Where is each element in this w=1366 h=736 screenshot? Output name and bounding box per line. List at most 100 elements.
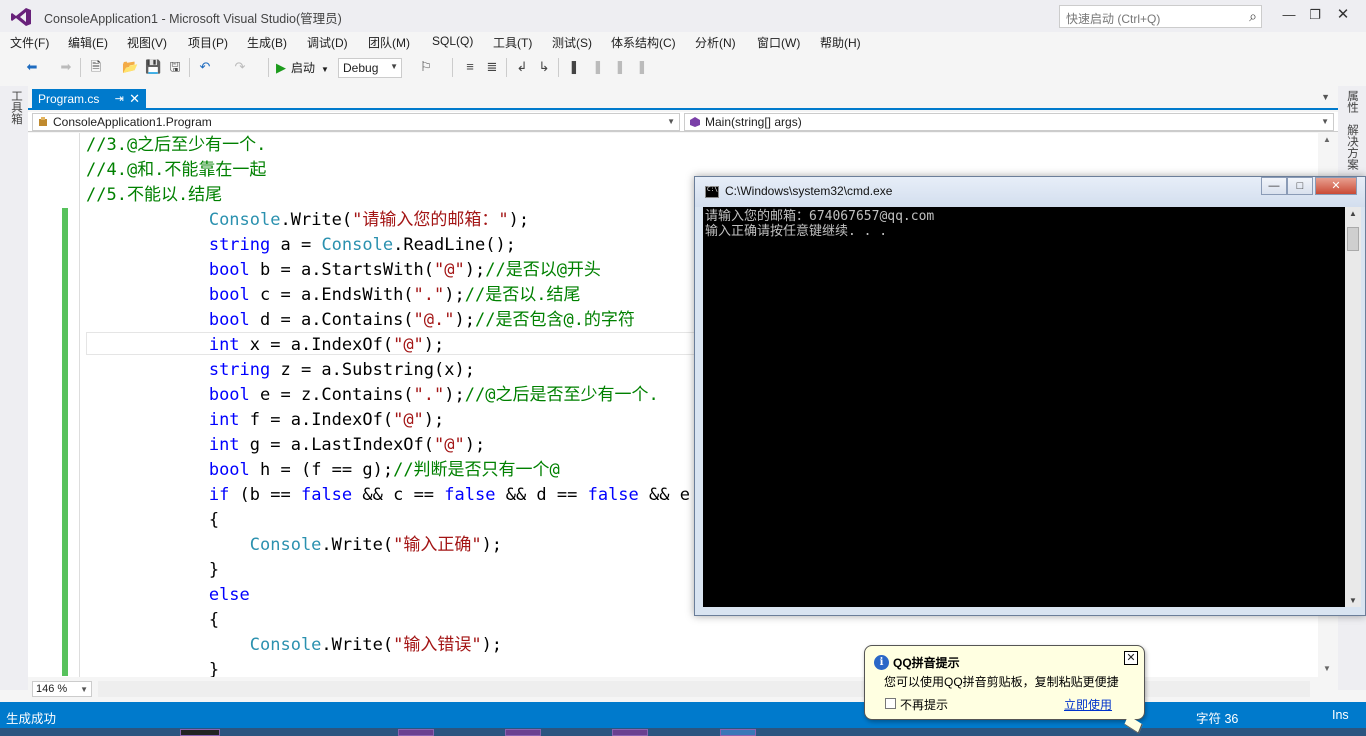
status-column: 字符 36 xyxy=(1196,712,1239,726)
use-now-link[interactable]: 立即使用 xyxy=(1064,696,1112,713)
cmd-maximize-button[interactable]: □ xyxy=(1287,177,1313,195)
restore-button[interactable]: ❐ xyxy=(1302,4,1328,26)
code-line[interactable]: //5.不能以.结尾 xyxy=(86,183,222,208)
properties-tab[interactable]: 属性 xyxy=(1344,90,1358,113)
code-line[interactable]: string z = a.Substring(x); xyxy=(86,358,475,383)
code-token: Console xyxy=(321,235,394,255)
find-in-files-icon[interactable]: ⚐ xyxy=(418,59,434,75)
cmd-title-bar[interactable]: C:\Windows\system32\cmd.exe — □ ✕ xyxy=(695,177,1365,207)
taskbar-item[interactable] xyxy=(612,729,648,736)
code-line[interactable]: if (b == false && c == false && d == fal… xyxy=(86,483,721,508)
menu-debug[interactable]: 调试(D) xyxy=(307,34,348,51)
menu-team[interactable]: 团队(M) xyxy=(368,34,410,51)
taskbar-item[interactable] xyxy=(398,729,434,736)
code-line[interactable]: int f = a.IndexOf("@"); xyxy=(86,408,444,433)
code-line[interactable]: bool d = a.Contains("@.");//是否包含@.的字符 xyxy=(86,308,635,333)
open-file-icon[interactable]: 📂 xyxy=(122,59,138,75)
code-token: //4.@和.不能靠在一起 xyxy=(86,160,267,180)
minimize-button[interactable]: — xyxy=(1276,4,1302,26)
cmd-window[interactable]: C:\Windows\system32\cmd.exe — □ ✕ 请输入您的邮… xyxy=(694,176,1366,616)
code-line[interactable]: //3.@之后至少有一个. xyxy=(86,133,266,158)
taskbar-item[interactable] xyxy=(720,729,756,736)
solution-explorer-tab[interactable]: 解决方案 xyxy=(1344,124,1358,170)
pin-icon[interactable]: ⇥ xyxy=(115,92,124,105)
toolbox-tab[interactable]: 工具箱 xyxy=(8,90,22,125)
code-token: "输入错误" xyxy=(393,635,482,655)
redo-icon[interactable]: ↷ xyxy=(232,59,248,75)
menu-sql[interactable]: SQL(Q) xyxy=(432,34,473,48)
menu-architecture[interactable]: 体系结构(C) xyxy=(611,34,676,51)
back-icon[interactable]: ⬅ xyxy=(24,59,40,75)
code-line[interactable]: //4.@和.不能靠在一起 xyxy=(86,158,266,183)
save-icon[interactable]: 💾 xyxy=(145,59,161,75)
visual-studio-window: ConsoleApplication1 - Microsoft Visual S… xyxy=(0,0,1366,736)
cmd-scrollbar[interactable]: ▲ ▼ xyxy=(1345,207,1361,607)
menu-view[interactable]: 视图(V) xyxy=(127,34,167,51)
forward-icon[interactable]: ➡ xyxy=(58,59,74,75)
align-indent-icon[interactable]: ≣ xyxy=(484,59,500,75)
method-icon xyxy=(690,117,700,127)
save-all-icon[interactable]: 🖫 xyxy=(167,59,183,75)
cmd-close-button[interactable]: ✕ xyxy=(1315,177,1357,195)
code-line[interactable]: bool e = z.Contains(".");//@之后是否至少有一个. xyxy=(86,383,659,408)
close-button[interactable]: ✕ xyxy=(1330,4,1356,26)
new-project-icon[interactable]: 🗎 xyxy=(88,59,104,75)
next-bookmark-icon[interactable]: ❚ xyxy=(612,59,628,75)
menu-help[interactable]: 帮助(H) xyxy=(820,34,861,51)
code-line[interactable]: bool c = a.EndsWith(".");//是否以.结尾 xyxy=(86,283,581,308)
scroll-down-icon[interactable]: ▼ xyxy=(1349,596,1357,605)
member-dropdown[interactable]: Main(string[] args) ▼ xyxy=(684,113,1334,131)
menu-analyze[interactable]: 分析(N) xyxy=(695,34,736,51)
scroll-down-icon[interactable]: ▼ xyxy=(1323,664,1331,673)
code-line[interactable]: { xyxy=(86,508,219,533)
dont-show-label[interactable]: 不再提示 xyxy=(900,696,948,713)
dont-show-checkbox[interactable] xyxy=(885,698,896,709)
code-line[interactable]: string a = Console.ReadLine(); xyxy=(86,233,516,258)
code-line[interactable]: int g = a.LastIndexOf("@"); xyxy=(86,433,485,458)
close-icon[interactable]: ✕ xyxy=(129,91,140,107)
scroll-thumb[interactable] xyxy=(1347,227,1359,251)
menu-tools[interactable]: 工具(T) xyxy=(493,34,532,51)
class-dropdown[interactable]: ConsoleApplication1.Program ▼ xyxy=(32,113,680,131)
code-line[interactable]: Console.Write("输入正确"); xyxy=(86,533,502,558)
code-line[interactable]: bool h = (f == g);//判断是否只有一个@ xyxy=(86,458,560,483)
menu-file[interactable]: 文件(F) xyxy=(10,34,49,51)
code-line[interactable]: } xyxy=(86,658,219,677)
bookmark-icon[interactable]: ❚ xyxy=(566,59,582,75)
code-line[interactable]: Console.Write("请输入您的邮箱："); xyxy=(86,208,529,233)
code-line[interactable]: { xyxy=(86,608,219,633)
tooltip-close-button[interactable]: ✕ xyxy=(1124,651,1138,665)
align-left-icon[interactable]: ≡ xyxy=(462,59,478,75)
tab-overflow-icon[interactable]: ▼ xyxy=(1321,92,1330,102)
menu-edit[interactable]: 编辑(E) xyxy=(68,34,108,51)
code-line[interactable]: bool b = a.StartsWith("@");//是否以@开头 xyxy=(86,258,601,283)
taskbar-item[interactable] xyxy=(180,729,220,736)
code-token: ); xyxy=(481,535,503,555)
prev-bookmark-icon[interactable]: ❚ xyxy=(590,59,606,75)
menu-build[interactable]: 生成(B) xyxy=(247,34,287,51)
code-line[interactable]: else xyxy=(86,583,250,608)
quick-launch-input[interactable]: 快速启动 (Ctrl+Q) ⌕ xyxy=(1059,5,1262,28)
document-tab[interactable]: Program.cs ⇥ ✕ xyxy=(32,89,146,110)
menu-project[interactable]: 项目(P) xyxy=(188,34,228,51)
clear-bookmarks-icon[interactable]: ❚ xyxy=(634,59,650,75)
cmd-console-output[interactable]: 请输入您的邮箱：674067657@qq.com 输入正确请按任意键继续. . … xyxy=(703,207,1345,607)
undo-icon[interactable]: ↶ xyxy=(197,59,213,75)
menu-test[interactable]: 测试(S) xyxy=(552,34,592,51)
menu-window[interactable]: 窗口(W) xyxy=(757,34,800,51)
window-title: ConsoleApplication1 - Microsoft Visual S… xyxy=(44,12,342,26)
taskbar-item[interactable] xyxy=(505,729,541,736)
zoom-select[interactable]: 146 % ▼ xyxy=(32,681,92,697)
code-line[interactable]: Console.Write("输入错误"); xyxy=(86,633,502,658)
scroll-up-icon[interactable]: ▲ xyxy=(1349,209,1357,218)
start-debugging-button[interactable]: ▶ 启动 ▼ xyxy=(276,59,329,76)
code-line[interactable]: int x = a.IndexOf("@"); xyxy=(86,333,444,358)
solution-configuration-select[interactable]: Debug ▼ xyxy=(338,58,402,78)
comment-icon[interactable]: ↲ xyxy=(514,59,530,75)
scroll-up-icon[interactable]: ▲ xyxy=(1323,135,1331,144)
cmd-minimize-button[interactable]: — xyxy=(1261,177,1287,195)
code-line[interactable]: } xyxy=(86,558,219,583)
uncomment-icon[interactable]: ↳ xyxy=(536,59,552,75)
code-token: bool xyxy=(208,460,250,480)
